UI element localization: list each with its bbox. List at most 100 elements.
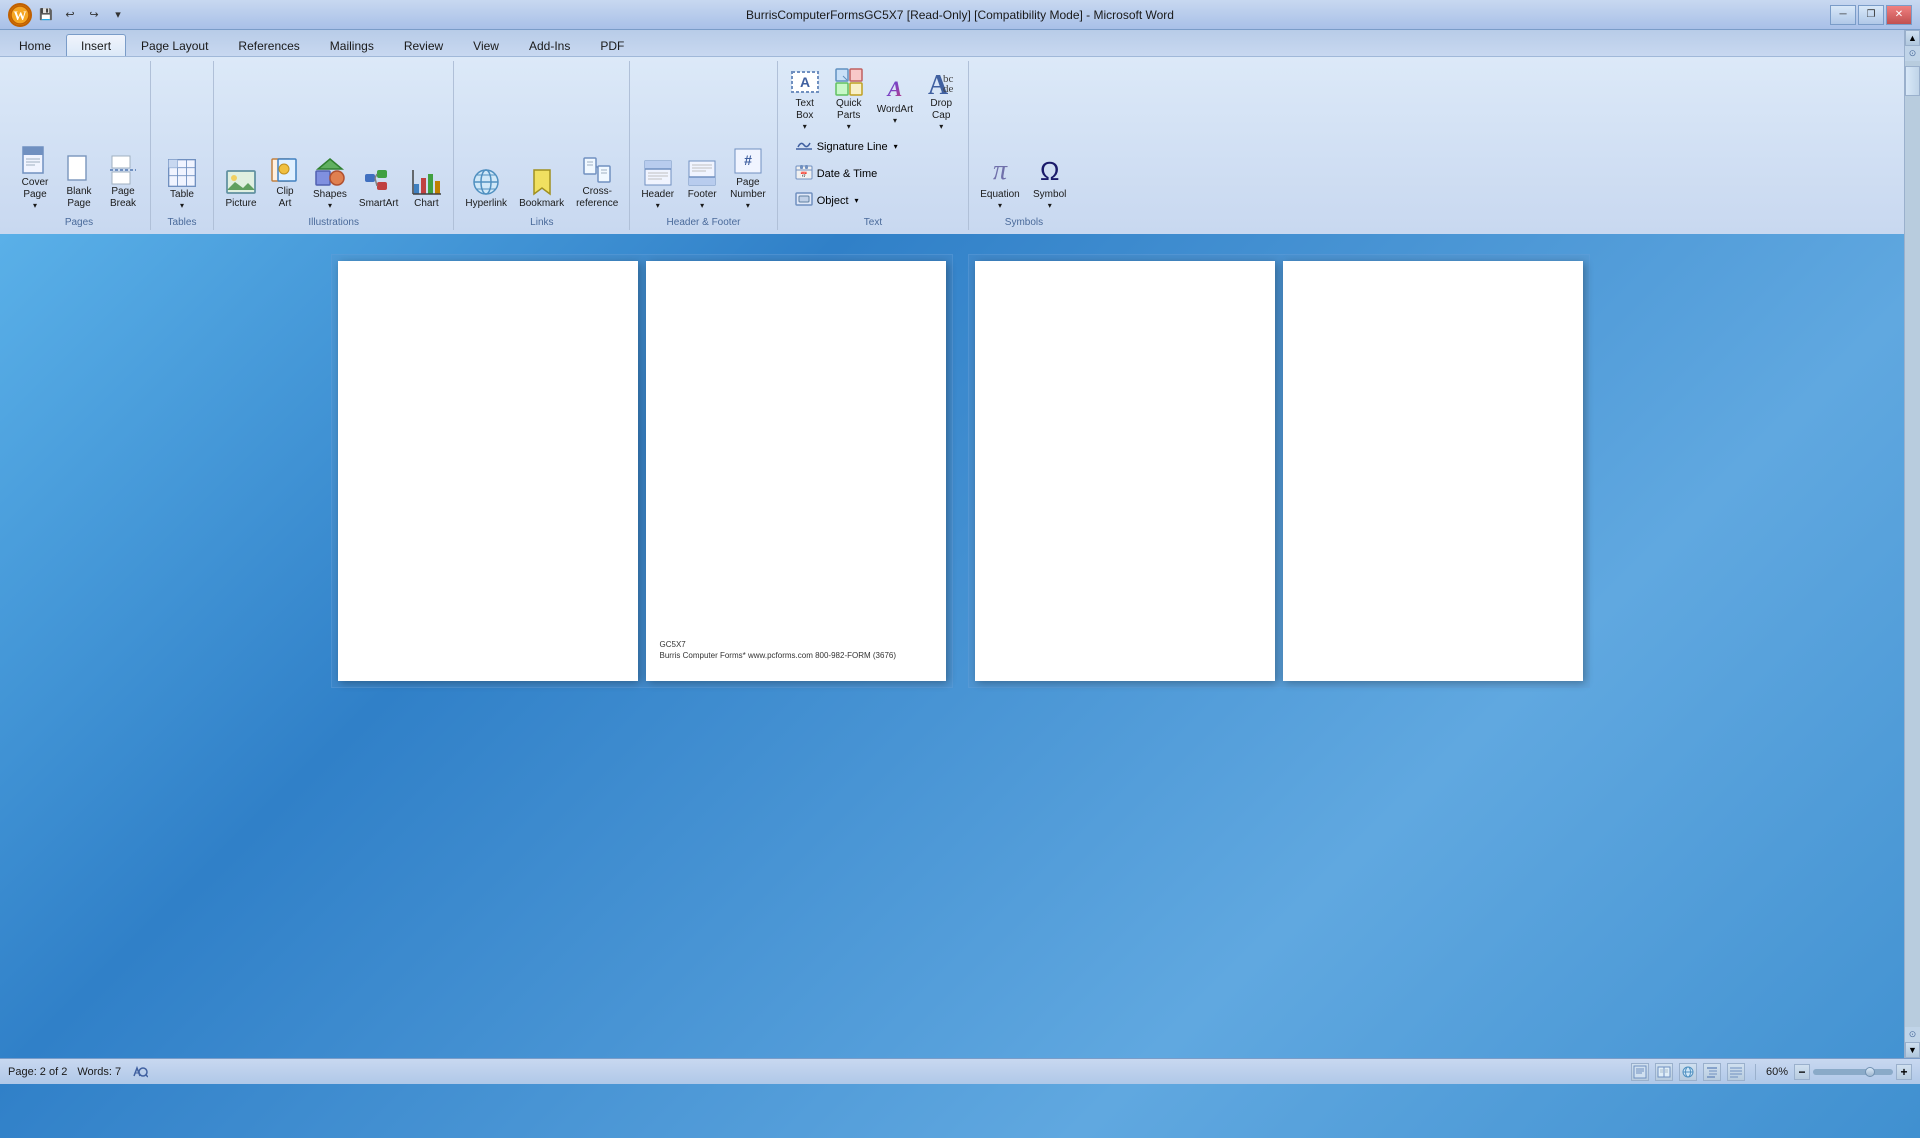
table-button[interactable]: Table ▾ [157, 154, 207, 213]
tab-insert[interactable]: Insert [66, 34, 126, 56]
page-break-icon [107, 154, 139, 186]
smartart-icon [363, 166, 395, 198]
blank-page-button[interactable]: BlankPage [58, 151, 100, 213]
group-symbols: π Equation ▾ Ω Symbol ▾ Symbols [969, 61, 1078, 230]
quick-parts-arrow: ▾ [847, 122, 851, 131]
cover-page-button[interactable]: CoverPage ▾ [14, 142, 56, 213]
drop-cap-label: DropCap [930, 98, 952, 122]
quick-parts-icon [833, 66, 865, 98]
table-icon [166, 157, 198, 189]
quick-parts-button[interactable]: QuickParts ▾ [828, 63, 870, 134]
close-button[interactable]: ✕ [1886, 5, 1912, 25]
zoom-in-button[interactable]: + [1896, 1064, 1912, 1080]
object-button[interactable]: Object ▾ [788, 188, 963, 213]
customize-quickaccess[interactable]: ▾ [108, 5, 128, 25]
bookmark-icon [526, 166, 558, 198]
symbol-button[interactable]: Ω Symbol ▾ [1027, 150, 1073, 213]
tab-review[interactable]: Review [389, 34, 458, 56]
page-number-button[interactable]: # PageNumber ▾ [725, 142, 771, 213]
hyperlink-icon [470, 166, 502, 198]
tab-references[interactable]: References [223, 34, 314, 56]
zoom-controls: − + [1794, 1064, 1912, 1080]
symbol-icon: Ω [1032, 153, 1068, 189]
equation-button[interactable]: π Equation ▾ [975, 150, 1024, 213]
footer-icon [686, 157, 718, 189]
web-layout-view-button[interactable] [1679, 1063, 1697, 1081]
tab-view[interactable]: View [458, 34, 514, 56]
header-button[interactable]: Header ▾ [636, 154, 679, 213]
tab-pdf[interactable]: PDF [585, 34, 639, 56]
date-time-button[interactable]: 📅 Date & Time [788, 161, 963, 186]
scroll-down-button[interactable]: ▼ [1905, 1042, 1920, 1058]
picture-icon [225, 166, 257, 198]
tab-mailings[interactable]: Mailings [315, 34, 389, 56]
object-arrow: ▾ [855, 196, 859, 205]
symbol-arrow: ▾ [1048, 201, 1052, 210]
bookmark-label: Bookmark [519, 198, 564, 210]
cover-page-arrow: ▾ [33, 201, 37, 210]
footer-arrow: ▾ [700, 201, 704, 210]
page-2-right[interactable] [1283, 261, 1583, 681]
minimize-button[interactable]: ─ [1830, 5, 1856, 25]
outline-view-button[interactable] [1703, 1063, 1721, 1081]
wordart-arrow: ▾ [893, 116, 897, 125]
clip-art-button[interactable]: ClipArt [264, 151, 306, 213]
page-break-label: PageBreak [110, 186, 136, 210]
date-time-icon: 📅 [795, 164, 813, 183]
text-box-button[interactable]: A TextBox ▾ [784, 63, 826, 134]
page-2-left[interactable] [975, 261, 1275, 681]
restore-button[interactable]: ❐ [1858, 5, 1884, 25]
footer-line2: Burris Computer Forms* www.pcforms.com 8… [660, 650, 897, 661]
shapes-button[interactable]: Shapes ▾ [308, 154, 352, 213]
scroll-browse-up[interactable]: ⊙ [1905, 46, 1920, 61]
equation-label: Equation [980, 189, 1019, 201]
picture-button[interactable]: Picture [220, 163, 262, 213]
office-logo[interactable]: W [8, 3, 32, 27]
header-footer-buttons: Header ▾ Footer ▾ [636, 63, 770, 213]
smartart-button[interactable]: SmartArt [354, 163, 403, 213]
text-box-label: TextBox [796, 98, 814, 122]
drop-cap-arrow: ▾ [939, 122, 943, 131]
zoom-thumb[interactable] [1865, 1067, 1875, 1077]
scroll-browse-down[interactable]: ⊙ [1905, 1027, 1920, 1042]
full-reading-view-button[interactable] [1655, 1063, 1673, 1081]
header-footer-group-label: Header & Footer [636, 213, 770, 228]
page-footer: GC5X7 Burris Computer Forms* www.pcforms… [660, 639, 897, 661]
signature-line-button[interactable]: Signature Line ▾ [788, 134, 963, 159]
blank-page-label: BlankPage [66, 186, 91, 210]
signature-line-icon [795, 137, 813, 156]
page-number-icon: # [732, 145, 764, 177]
tab-addins[interactable]: Add-Ins [514, 34, 585, 56]
draft-view-button[interactable] [1727, 1063, 1745, 1081]
proofing-icon[interactable] [131, 1063, 149, 1081]
drop-cap-button[interactable]: A bc de DropCap ▾ [920, 63, 962, 134]
illustrations-group-label: Illustrations [220, 213, 447, 228]
scroll-thumb[interactable] [1905, 66, 1920, 96]
shapes-arrow: ▾ [328, 201, 332, 210]
page-break-button[interactable]: PageBreak [102, 151, 144, 213]
chart-button[interactable]: Chart [405, 163, 447, 213]
hyperlink-button[interactable]: Hyperlink [460, 163, 512, 213]
cross-reference-button[interactable]: Cross-reference [571, 151, 623, 213]
save-quickaccess[interactable]: 💾 [36, 5, 56, 25]
bookmark-button[interactable]: Bookmark [514, 163, 569, 213]
page-1-left[interactable] [338, 261, 638, 681]
page-status: Page: 2 of 2 [8, 1066, 67, 1078]
redo-quickaccess[interactable]: ↪ [84, 5, 104, 25]
wordart-button[interactable]: A WordArt ▾ [872, 69, 919, 128]
page-number-arrow: ▾ [746, 201, 750, 210]
tables-buttons: Table ▾ [157, 63, 207, 213]
scroll-up-button[interactable]: ▲ [1905, 30, 1920, 46]
picture-label: Picture [225, 198, 256, 210]
undo-quickaccess[interactable]: ↩ [60, 5, 80, 25]
zoom-out-button[interactable]: − [1794, 1064, 1810, 1080]
zoom-slider[interactable] [1813, 1069, 1893, 1075]
text-box-icon: A [789, 66, 821, 98]
tab-home[interactable]: Home [4, 34, 66, 56]
tab-page-layout[interactable]: Page Layout [126, 34, 223, 56]
cover-page-icon [19, 145, 51, 177]
print-layout-view-button[interactable] [1631, 1063, 1649, 1081]
footer-button[interactable]: Footer ▾ [681, 154, 723, 213]
page-1-right[interactable]: GC5X7 Burris Computer Forms* www.pcforms… [646, 261, 946, 681]
cross-reference-icon [581, 154, 613, 186]
